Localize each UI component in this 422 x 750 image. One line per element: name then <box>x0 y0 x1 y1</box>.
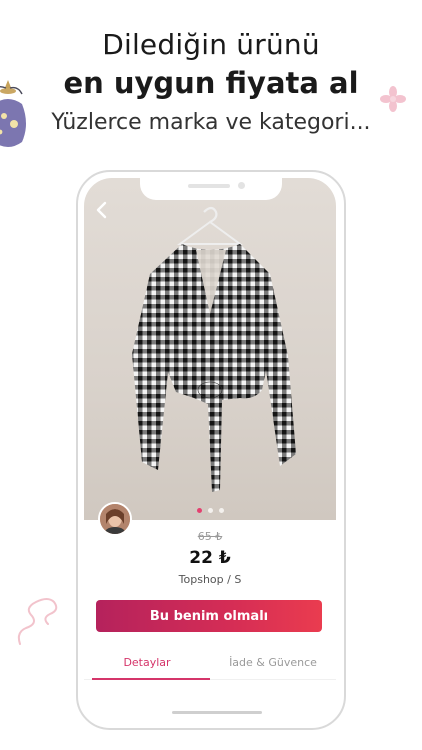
headline-line-3: Yüzlerce marka ve kategori... <box>51 110 371 135</box>
pagination-dot-active[interactable] <box>196 508 202 513</box>
home-indicator[interactable] <box>172 711 262 714</box>
phone-speaker <box>188 184 230 188</box>
phone-camera <box>238 182 245 189</box>
decorative-figure-illustration <box>0 80 26 147</box>
back-chevron-icon[interactable] <box>92 200 112 220</box>
product-photo[interactable] <box>84 178 336 520</box>
tab-details[interactable]: Detaylar <box>84 656 210 669</box>
pagination-dot[interactable] <box>207 508 213 513</box>
active-tab-indicator <box>92 678 210 680</box>
phone-screen: 65 ₺ 22 ₺ Topshop / S Bu benim olmalı De… <box>84 178 336 722</box>
product-image <box>132 206 296 492</box>
decorative-squiggle-icon <box>17 598 58 645</box>
current-price: 22 ₺ <box>189 548 231 568</box>
headline-line-2: en uygun fiyata al <box>63 66 359 100</box>
tab-returns-guarantee[interactable]: İade & Güvence <box>210 656 336 669</box>
pagination-dot[interactable] <box>218 508 224 513</box>
old-price: 65 ₺ <box>197 530 223 543</box>
headline-line-1: Dilediğin ürünü <box>102 28 320 61</box>
decorative-flower-icon <box>380 86 406 112</box>
phone-notch <box>140 178 282 200</box>
buy-button[interactable]: Bu benim olmalı <box>96 600 322 632</box>
brand-size-label: Topshop / S <box>178 573 242 586</box>
